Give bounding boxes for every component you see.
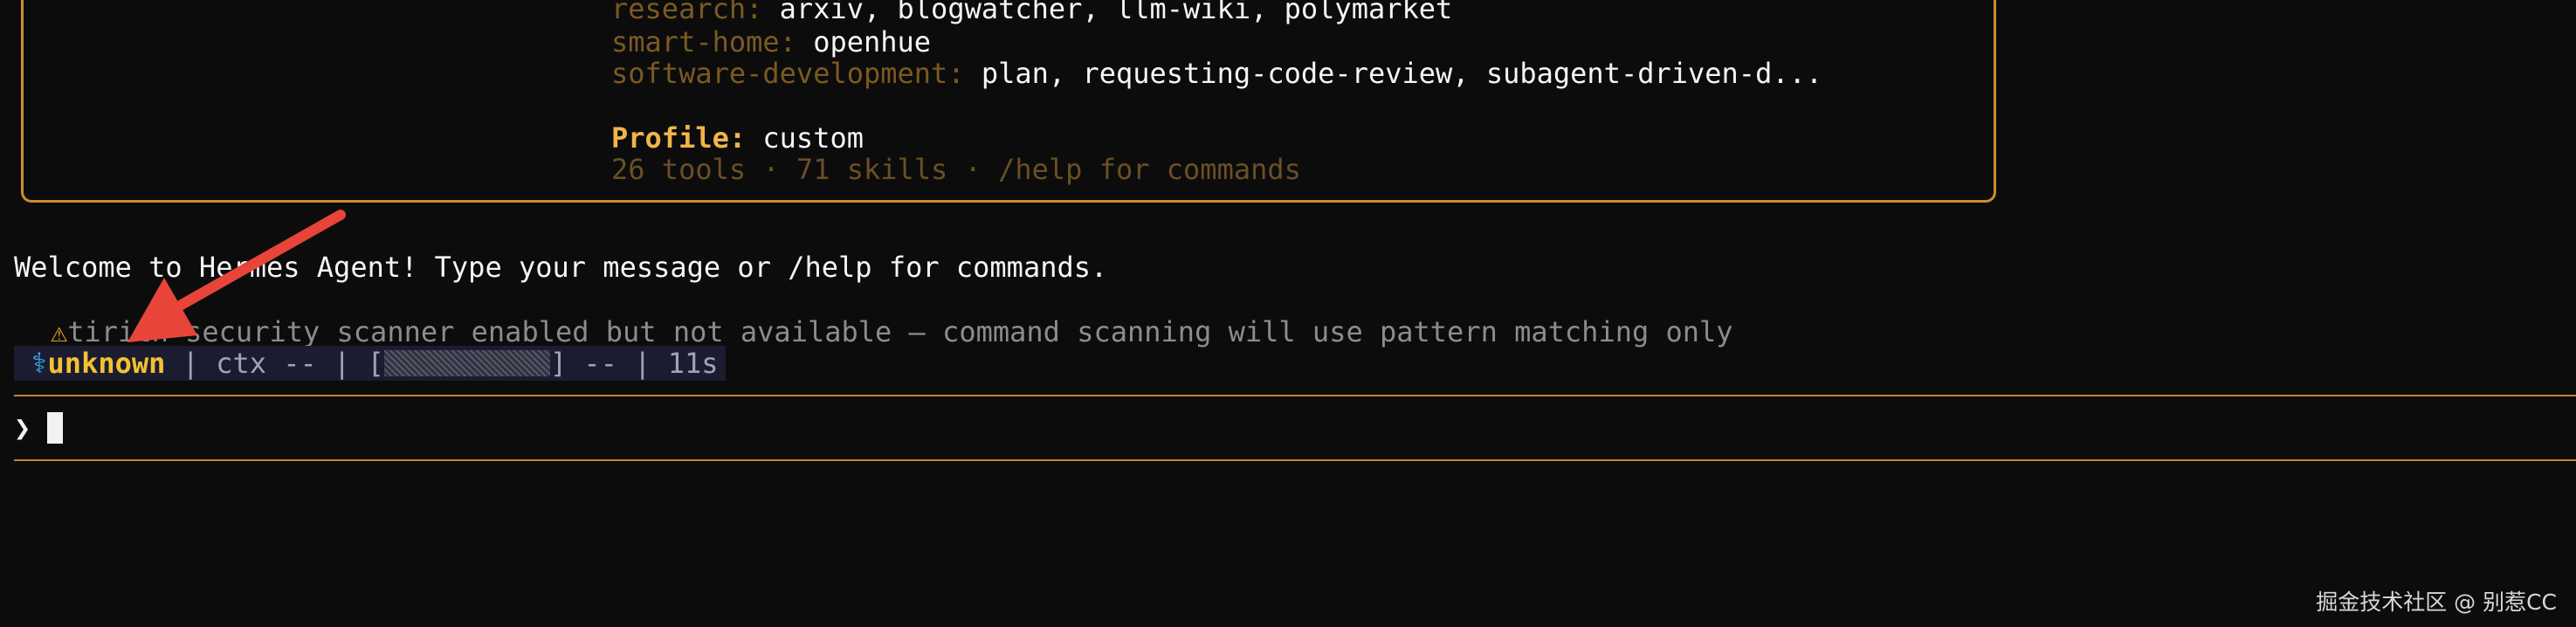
input-top-divider: [14, 395, 2576, 396]
profile-value: custom: [762, 121, 864, 155]
banner-row-smart-home: smart-home: openhue: [611, 24, 931, 59]
category-skills: plan, requesting-code-review, subagent-d…: [981, 57, 1823, 90]
category-label: smart-home:: [611, 25, 796, 59]
context-usage-bar: [383, 350, 550, 376]
status-bar: ⚕ unknown | ctx -- | [ ] -- | 11s: [14, 346, 726, 381]
input-bottom-divider: [14, 459, 2576, 461]
category-label: software-development:: [611, 57, 965, 90]
category-label: research:: [611, 0, 763, 25]
banner-stats: 26 tools · 71 skills · /help for command…: [611, 153, 1301, 186]
ctx-label: | ctx -- | [: [182, 347, 384, 380]
banner-row-software-development: software-development: plan, requesting-c…: [611, 56, 1822, 91]
category-skills: arxiv, blogwatcher, llm-wiki, polymarket: [779, 0, 1453, 25]
prompt-symbol: ❯: [14, 411, 31, 444]
elapsed-time: 11s: [667, 347, 719, 380]
profile-label: Profile:: [611, 121, 747, 155]
ctx-close: ] -- |: [549, 347, 651, 380]
banner-row-research: research: arxiv, blogwatcher, llm-wiki, …: [611, 0, 1452, 26]
category-skills: openhue: [813, 25, 932, 59]
warning-text: tirith security scanner enabled but not …: [67, 315, 1733, 348]
warning-icon: ⚠: [51, 315, 68, 348]
profile-row: Profile: custom: [611, 121, 864, 155]
welcome-message: Welcome to Hermes Agent! Type your messa…: [14, 251, 1108, 284]
watermark: 掘金技术社区 @ 别惹CC: [2316, 589, 2557, 615]
warning-line: ⚠tirith security scanner enabled but not…: [51, 314, 1733, 349]
text-cursor[interactable]: [47, 412, 63, 444]
caduceus-icon: ⚕: [31, 347, 48, 380]
model-name: unknown: [47, 347, 166, 380]
